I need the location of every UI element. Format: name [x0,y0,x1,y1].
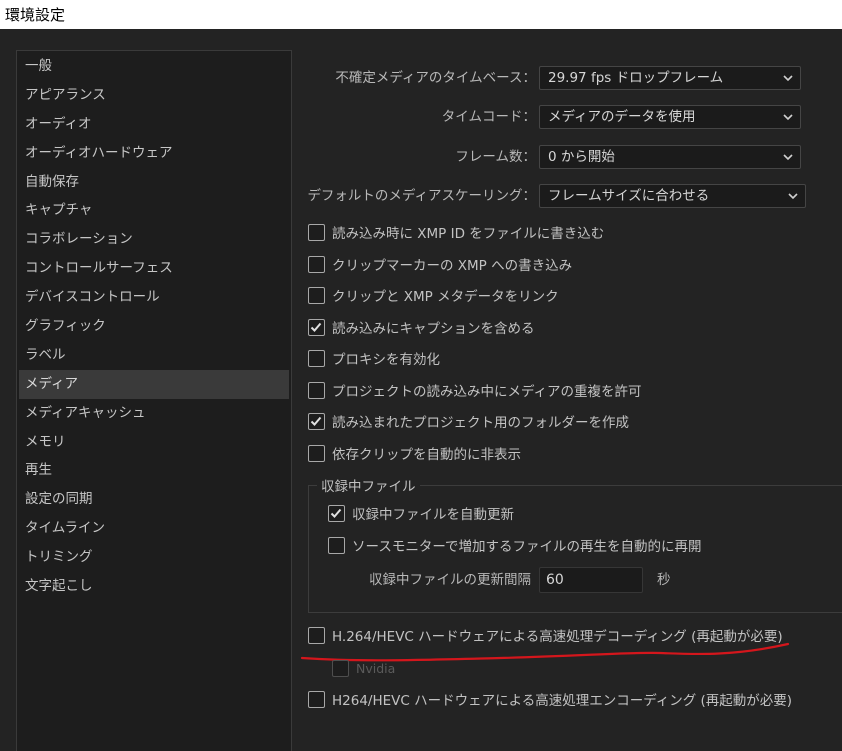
window-title: 環境設定 [0,0,842,29]
timebase-dropdown[interactable]: 29.97 fps ドロップフレーム [539,66,801,90]
hw-encoding-option[interactable]: H264/HEVC ハードウェアによる高速処理エンコーディング (再起動が必要) [308,689,792,709]
frame-number-dropdown[interactable]: 0 から開始 [539,145,801,169]
hw-encoding-checkbox[interactable] [308,690,325,708]
default-scaling-dropdown[interactable]: フレームサイズに合わせる [539,184,806,208]
refresh-interval-label: 収録中ファイルの更新間隔 [369,572,531,588]
growing-files-title: 収録中ファイル [317,475,420,495]
write-clip-markers-option[interactable]: クリップマーカーの XMP への書き込み [308,254,572,274]
sidebar-item-appearance[interactable]: アピアランス [17,81,291,110]
hw-encoding-label: H264/HEVC ハードウェアによる高速処理エンコーディング (再起動が必要) [332,693,793,709]
include-captions-option[interactable]: 読み込みにキャプションを含める [308,317,535,337]
sidebar-item-labels[interactable]: ラベル [17,341,291,370]
chevron-down-icon [783,75,793,82]
auto-refresh-growing-checkbox[interactable] [328,504,345,522]
default-scaling-label: デフォルトのメディアスケーリング： [307,188,536,204]
nvidia-checkbox [332,659,349,677]
refresh-interval-input[interactable]: 60 [539,567,643,593]
sidebar-item-memory[interactable]: メモリ [17,428,291,457]
resume-playback-option[interactable]: ソースモニターで増加するファイルの再生を自動的に再開 [328,535,702,555]
nvidia-label: Nvidia [356,660,396,676]
default-scaling-value: フレームサイズに合わせる [548,188,710,204]
sidebar-item-capture[interactable]: キャプチャ [17,196,291,225]
sidebar-item-control-surface[interactable]: コントロールサーフェス [17,254,291,283]
write-xmp-id-label: 読み込み時に XMP ID をファイルに書き込む [332,226,605,242]
sidebar-item-media[interactable]: メディア [19,369,289,399]
allow-duplicate-media-label: プロジェクトの読み込み中にメディアの重複を許可 [332,384,642,400]
chevron-down-icon [783,114,793,121]
checkmark-icon [310,322,322,332]
timecode-dropdown[interactable]: メディアのデータを使用 [539,105,801,129]
resume-playback-checkbox[interactable] [328,536,345,554]
timebase-label: 不確定メディアのタイムベース： [335,70,536,86]
create-project-folders-option[interactable]: 読み込まれたプロジェクト用のフォルダーを作成 [308,411,629,431]
link-xmp-metadata-checkbox[interactable] [308,286,325,304]
sidebar-item-general[interactable]: 一般 [17,52,291,81]
create-project-folders-checkbox[interactable] [308,412,325,430]
sidebar-item-graphics[interactable]: グラフィック [17,312,291,341]
hide-dependent-clips-label: 依存クリップを自動的に非表示 [332,447,521,463]
link-xmp-metadata-label: クリップと XMP メタデータをリンク [332,289,559,305]
include-captions-label: 読み込みにキャプションを含める [332,321,535,337]
checkmark-icon [310,416,322,426]
sidebar-item-timeline[interactable]: タイムライン [17,514,291,543]
enable-proxies-checkbox[interactable] [308,349,325,367]
sidebar-item-transcription[interactable]: 文字起こし [17,572,291,601]
chevron-down-icon [788,193,798,200]
hide-dependent-clips-option[interactable]: 依存クリップを自動的に非表示 [308,443,521,463]
nvidia-option: Nvidia [332,658,395,678]
auto-refresh-growing-label: 収録中ファイルを自動更新 [352,507,514,523]
allow-duplicate-media-checkbox[interactable] [308,381,325,399]
sidebar-item-sync-settings[interactable]: 設定の同期 [17,485,291,514]
include-captions-checkbox[interactable] [308,318,325,336]
sidebar-item-audio[interactable]: オーディオ [17,110,291,139]
chevron-down-icon [783,154,793,161]
write-xmp-id-checkbox[interactable] [308,223,325,241]
sidebar-item-media-cache[interactable]: メディアキャッシュ [17,399,291,428]
sidebar-item-auto-save[interactable]: 自動保存 [17,168,291,197]
link-xmp-metadata-option[interactable]: クリップと XMP メタデータをリンク [308,285,559,305]
sidebar-item-collaboration[interactable]: コラボレーション [17,225,291,254]
sidebar-item-playback[interactable]: 再生 [17,456,291,485]
frame-number-label: フレーム数： [455,149,536,165]
resume-playback-label: ソースモニターで増加するファイルの再生を自動的に再開 [352,539,702,555]
timecode-value: メディアのデータを使用 [548,109,696,125]
hide-dependent-clips-checkbox[interactable] [308,444,325,462]
refresh-interval-unit: 秒 [657,572,671,588]
write-xmp-id-option[interactable]: 読み込み時に XMP ID をファイルに書き込む [308,222,604,242]
write-clip-markers-label: クリップマーカーの XMP への書き込み [332,258,573,274]
enable-proxies-label: プロキシを有効化 [332,352,440,368]
sidebar-item-device-control[interactable]: デバイスコントロール [17,283,291,312]
allow-duplicate-media-option[interactable]: プロジェクトの読み込み中にメディアの重複を許可 [308,380,642,400]
auto-refresh-growing-option[interactable]: 収録中ファイルを自動更新 [328,503,514,523]
preferences-sidebar: 一般 アピアランス オーディオ オーディオハードウェア 自動保存 キャプチャ コ… [16,50,292,751]
timebase-value: 29.97 fps ドロップフレーム [548,70,724,86]
checkmark-icon [330,508,342,518]
timecode-label: タイムコード： [441,109,536,125]
frame-number-value: 0 から開始 [548,149,615,165]
sidebar-item-trimming[interactable]: トリミング [17,543,291,572]
create-project-folders-label: 読み込まれたプロジェクト用のフォルダーを作成 [332,415,629,431]
enable-proxies-option[interactable]: プロキシを有効化 [308,348,440,368]
write-clip-markers-checkbox[interactable] [308,255,325,273]
sidebar-item-audio-hardware[interactable]: オーディオハードウェア [17,139,291,168]
